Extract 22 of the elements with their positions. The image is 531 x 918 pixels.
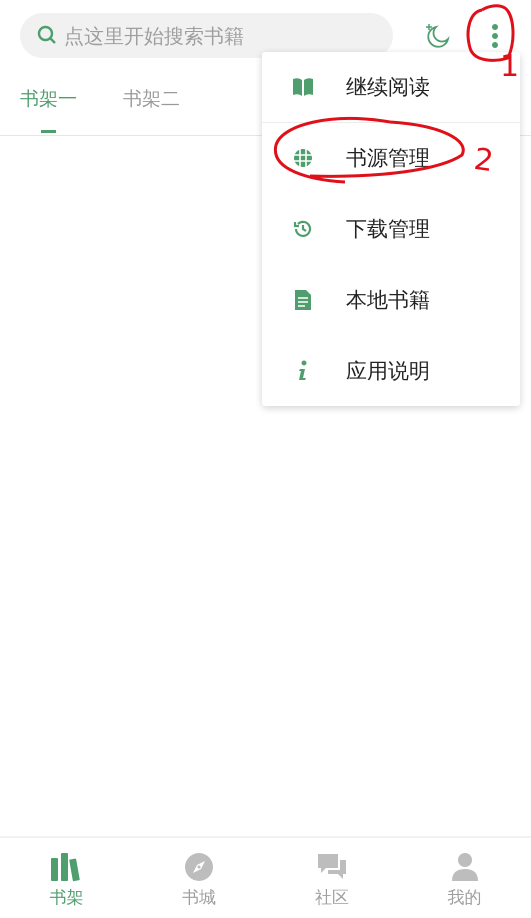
shelf-tab[interactable]: 书架二 bbox=[123, 58, 180, 135]
nav-item[interactable]: 社区 bbox=[266, 838, 398, 918]
more-button[interactable] bbox=[491, 22, 499, 48]
user-icon bbox=[450, 852, 480, 882]
menu-item[interactable]: 本地书籍 bbox=[262, 264, 520, 336]
document-icon bbox=[294, 288, 312, 311]
nav-item[interactable]: 我的 bbox=[398, 838, 531, 918]
annotation-number: 2 bbox=[472, 144, 496, 178]
nav-item[interactable]: 书城 bbox=[132, 838, 266, 918]
search-field[interactable]: 点这里开始搜索书籍 bbox=[20, 13, 393, 58]
nav-item[interactable]: 书架 bbox=[0, 838, 133, 918]
menu-item[interactable]: 下载管理 bbox=[262, 194, 520, 264]
info-icon bbox=[297, 360, 309, 382]
globe-icon bbox=[293, 148, 313, 168]
search-icon bbox=[37, 25, 57, 45]
night-mode-button[interactable] bbox=[423, 22, 451, 50]
history-icon bbox=[293, 218, 313, 239]
compass-icon bbox=[184, 852, 214, 882]
menu-item[interactable]: 应用说明 bbox=[262, 335, 520, 406]
book-icon bbox=[292, 76, 314, 97]
shelf-tab[interactable]: 书架一 bbox=[20, 58, 77, 135]
books-icon bbox=[50, 852, 82, 882]
